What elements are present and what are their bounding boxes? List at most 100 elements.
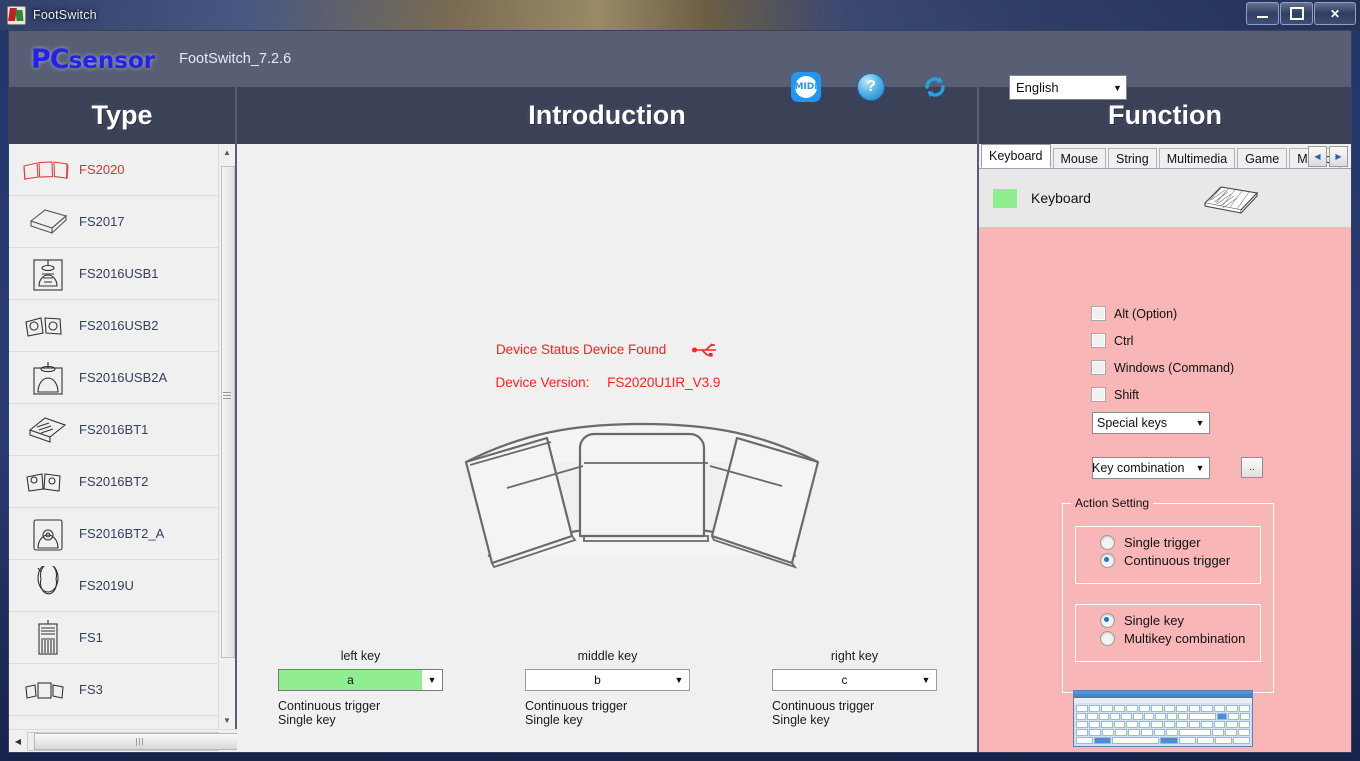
type-list-item-fs2016usb2a[interactable]: FS2016USB2A — [9, 352, 221, 404]
tab-mouse-label: Mouse — [1060, 151, 1099, 166]
type-list-item-fs2016bt2[interactable]: FS2016BT2 — [9, 456, 221, 508]
osk-key — [1178, 737, 1196, 744]
osk-key — [1212, 729, 1225, 736]
modifier-alt-checkbox[interactable]: Alt (Option) — [1091, 306, 1177, 321]
single-key-radio[interactable]: Single key — [1100, 613, 1260, 628]
help-icon[interactable]: ? — [857, 73, 885, 101]
maximize-button[interactable] — [1280, 2, 1313, 25]
osk-key-wide — [1179, 729, 1212, 736]
continuous-trigger-radio[interactable]: Continuous trigger — [1100, 553, 1260, 568]
middle-key-select[interactable]: b ▼ — [525, 669, 690, 691]
left-key-select[interactable]: a ▼ — [278, 669, 443, 691]
right-key-label: right key — [830, 649, 879, 663]
type-list-item-fs2016bt2a[interactable]: FS2016BT2_A — [9, 508, 221, 560]
browse-button[interactable]: .. — [1241, 457, 1263, 478]
middle-key-label: middle key — [577, 649, 638, 663]
footswitch-triple-icon — [17, 158, 79, 182]
osk-key — [1228, 713, 1239, 720]
hscroll-track[interactable]: ||| — [27, 731, 246, 751]
type-list-item-fs3[interactable]: FS3 — [9, 664, 221, 716]
special-keys-select[interactable]: Special keys ▼ — [1092, 412, 1210, 434]
tab-multimedia[interactable]: Multimedia — [1158, 148, 1236, 168]
type-list-item-fs2019u[interactable]: FS2019U — [9, 560, 221, 612]
osk-key-highlighted — [1160, 737, 1178, 744]
tab-mouse[interactable]: Mouse — [1052, 148, 1107, 168]
vscroll-thumb[interactable] — [221, 166, 235, 658]
minimize-button[interactable] — [1246, 2, 1279, 25]
type-list-item-fs1[interactable]: FS1 — [9, 612, 221, 664]
osk-key — [1188, 721, 1200, 728]
tab-game[interactable]: Game — [1237, 148, 1288, 168]
multikey-combination-radio[interactable]: Multikey combination — [1100, 631, 1260, 646]
language-select[interactable]: English ▼ — [1009, 75, 1127, 100]
osk-key — [1121, 713, 1132, 720]
app-version-label: FootSwitch_7.2.6 — [179, 51, 292, 67]
hscroll-thumb[interactable]: ||| — [34, 732, 246, 750]
scroll-up-icon[interactable]: ▲ — [219, 144, 235, 160]
right-key-select[interactable]: c ▼ — [772, 669, 937, 691]
modifier-shift-label: Shift — [1114, 387, 1140, 402]
on-screen-keyboard-preview[interactable] — [1073, 690, 1253, 747]
type-list-item-fs2016usb1[interactable]: FS2016USB1 — [9, 248, 221, 300]
tab-prev-button[interactable]: ◀ — [1308, 146, 1327, 167]
osk-key — [1176, 721, 1188, 728]
key-combination-select[interactable]: Key combination ▼ — [1092, 457, 1210, 479]
window-controls: ✕ — [1246, 2, 1356, 25]
tab-keyboard[interactable]: Keyboard — [981, 144, 1051, 168]
close-button[interactable]: ✕ — [1314, 2, 1356, 25]
left-key-group: left key a ▼ Continuous trigger Single k… — [237, 649, 484, 727]
chevron-down-icon: ▼ — [427, 675, 437, 685]
osk-key — [1201, 705, 1213, 712]
footswitch-usb2-icon — [17, 313, 79, 339]
modifier-ctrl-checkbox[interactable]: Ctrl — [1091, 333, 1133, 348]
key-combination-value: Key combination — [1092, 461, 1185, 475]
device-version-value: FS2020U1IR_V3.9 — [607, 375, 721, 390]
type-list-item-label: FS2016USB2 — [79, 318, 159, 333]
left-key-label: left key — [340, 649, 381, 663]
osk-key — [1226, 721, 1238, 728]
footswitch-usb2a-icon — [17, 358, 79, 398]
osk-key — [1239, 713, 1250, 720]
osk-key — [1201, 721, 1213, 728]
logo-sensor-text: sensor — [68, 47, 156, 74]
refresh-icon[interactable] — [921, 73, 949, 101]
tab-next-button[interactable]: ▶ — [1329, 146, 1348, 167]
osk-key — [1155, 713, 1166, 720]
keyboard-section-header: Keyboard — [979, 169, 1351, 228]
multikey-combination-label: Multikey combination — [1124, 631, 1246, 646]
checkbox-box — [1091, 333, 1106, 348]
type-list-item-label: FS2016BT2 — [79, 474, 149, 489]
modifier-windows-checkbox[interactable]: Windows (Command) — [1091, 360, 1234, 375]
radio-dot-selected — [1100, 613, 1115, 628]
type-list-vertical-scrollbar[interactable]: ▲ ▼ — [218, 144, 235, 728]
footswitch-bt1-icon — [17, 413, 79, 447]
type-panel-title: Type — [9, 87, 237, 144]
type-list-item-fs2017[interactable]: FS2017 — [9, 196, 221, 248]
introduction-panel: Device Status Device Found Device Versio… — [237, 144, 979, 752]
type-list-item-fs2016usb2[interactable]: FS2016USB2 — [9, 300, 221, 352]
type-list-item-fs2020[interactable]: FS2020 — [9, 144, 221, 196]
midi-icon-label: MIDI — [794, 76, 818, 98]
modifier-windows-label: Windows (Command) — [1114, 360, 1235, 375]
continuous-trigger-label: Continuous trigger — [1124, 553, 1231, 568]
chevron-down-icon: ▼ — [1195, 418, 1205, 428]
type-list-horizontal-scrollbar[interactable]: ◀ ||| ▶ — [9, 729, 246, 752]
modifier-shift-checkbox[interactable]: Shift — [1091, 387, 1139, 402]
tab-string[interactable]: String — [1108, 148, 1157, 168]
scroll-down-icon[interactable]: ▼ — [219, 712, 235, 728]
footswitch-diagram — [452, 416, 832, 581]
type-list-item-partial[interactable] — [9, 716, 221, 728]
application-window: FootSwitch ✕ PCsensor FootSwitch_7.2.6 M… — [0, 0, 1360, 761]
scroll-left-icon[interactable]: ◀ — [9, 737, 27, 746]
type-list-item-label: FS3 — [79, 682, 103, 697]
special-keys-value: Special keys — [1097, 416, 1168, 430]
single-trigger-radio[interactable]: Single trigger — [1100, 535, 1260, 550]
titlebar-left-group: FootSwitch — [0, 5, 97, 25]
key-mode-group: Single key Multikey combination — [1075, 604, 1261, 662]
function-tabs: Keyboard Mouse String Multimedia Game Ma… — [979, 144, 1351, 169]
osk-key — [1177, 713, 1189, 720]
midi-icon[interactable]: MIDI — [791, 72, 821, 102]
action-setting-title: Action Setting — [1071, 496, 1154, 510]
window-content: PCsensor FootSwitch_7.2.6 MIDI ? English… — [8, 30, 1352, 753]
type-list-item-fs2016bt1[interactable]: FS2016BT1 — [9, 404, 221, 456]
